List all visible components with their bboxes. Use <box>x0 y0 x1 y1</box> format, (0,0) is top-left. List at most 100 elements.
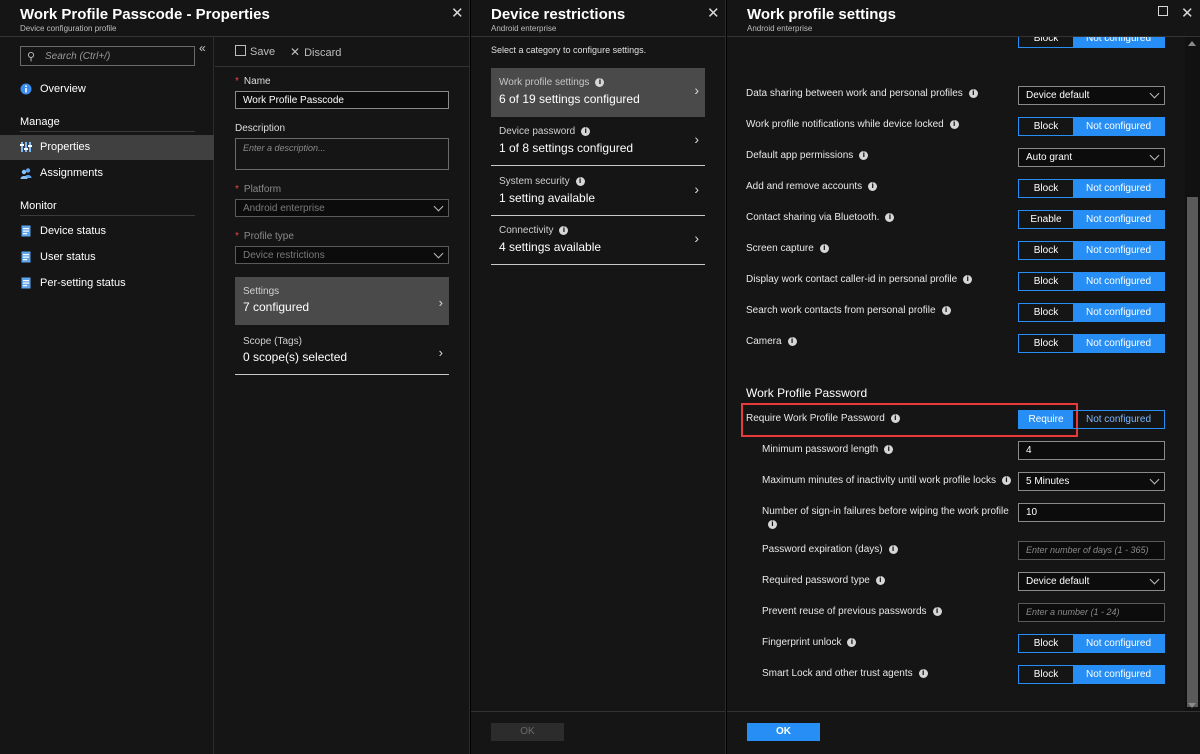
info-icon: i <box>1001 475 1011 485</box>
toggle-right[interactable]: Not configured <box>1073 242 1164 259</box>
maximize-icon[interactable] <box>1158 6 1168 16</box>
toggle-right[interactable]: Not configured <box>1073 335 1164 352</box>
default-app-permissions-dropdown[interactable]: Auto grant <box>1018 148 1165 167</box>
toggle-left[interactable]: Block <box>1019 335 1073 352</box>
smart-lock-toggle[interactable]: Block Not configured <box>1018 665 1165 684</box>
platform-label: * Platform <box>235 184 282 195</box>
info-icon: i <box>918 668 928 678</box>
prevent-reuse-input[interactable]: Enter a number (1 - 24) <box>1018 603 1165 622</box>
collapse-icon[interactable]: « <box>199 41 206 55</box>
info-icon: i <box>890 413 900 423</box>
category-system-security[interactable]: System security i 1 setting available › <box>491 167 705 216</box>
toggle-left[interactable]: Require <box>1019 411 1073 428</box>
nav-item-assignments[interactable]: Assignments <box>0 161 214 186</box>
category-device-password[interactable]: Device password i 1 of 8 settings configu… <box>491 117 705 166</box>
save-label: Save <box>250 46 276 58</box>
toggle-left[interactable]: Block <box>1019 242 1073 259</box>
info-icon: i <box>559 225 569 235</box>
toggle-right[interactable]: Not configured <box>1073 635 1164 652</box>
category-connectivity[interactable]: Connectivity i 4 settings available › <box>491 216 705 265</box>
setting-label: Display work contact caller-id in person… <box>746 273 1011 286</box>
close-icon[interactable]: ✕ <box>451 4 464 22</box>
chevron-right-icon: › <box>694 230 699 246</box>
toggle-left[interactable]: Enable <box>1019 211 1073 228</box>
settings-label: Settings <box>243 286 280 297</box>
setting-label: Contact sharing via Bluetooth. i <box>746 211 1011 224</box>
setting-label: Minimum password length i <box>762 443 1027 456</box>
work-profile-settings-blade: Work profile settings Android enterprise… <box>727 0 1200 754</box>
close-icon[interactable]: ✕ <box>1181 4 1194 22</box>
search-work-contacts-toggle[interactable]: Block Not configured <box>1018 303 1165 322</box>
nav-item-per-setting-status[interactable]: Per-setting status <box>0 271 214 296</box>
vertical-scrollbar[interactable] <box>1185 37 1200 712</box>
toggle-left[interactable]: Block <box>1019 37 1073 47</box>
setting-label: Password expiration (days) i <box>762 543 1027 556</box>
require-password-toggle[interactable]: Require Not configured <box>1018 410 1165 429</box>
search-icon: ⚲ <box>27 51 36 63</box>
scroll-thumb[interactable] <box>1187 197 1198 707</box>
scope-tags-nav[interactable]: Scope (Tags) 0 scope(s) selected › <box>235 327 449 375</box>
nav-label: Per-setting status <box>40 277 126 289</box>
toggle-right[interactable]: Not configured <box>1073 273 1164 290</box>
nav-item-overview[interactable]: Overview <box>0 77 214 102</box>
toggle-right[interactable]: Not configured <box>1073 304 1164 321</box>
toggle-right[interactable]: Not configured <box>1073 180 1164 197</box>
ok-button[interactable]: OK <box>747 723 820 741</box>
settings-value: 7 configured <box>243 300 310 314</box>
discard-button[interactable]: ✕ Discard <box>290 45 341 59</box>
scroll-down-icon[interactable] <box>1188 703 1196 708</box>
name-input[interactable]: Work Profile Passcode <box>235 91 449 109</box>
caller-id-toggle[interactable]: Block Not configured <box>1018 272 1165 291</box>
nav-item-properties[interactable]: Properties <box>0 135 214 160</box>
nav-group-monitor: Monitor <box>20 200 57 212</box>
description-input[interactable]: Enter a description... <box>235 138 449 170</box>
nav-label: Overview <box>40 83 86 95</box>
settings-scroll-area: Block Not configured Data sharing betwee… <box>727 37 1185 712</box>
setting-label: Data sharing between work and personal p… <box>746 87 1011 100</box>
setting-label: Required password type i <box>762 574 1027 587</box>
info-icon: i <box>768 519 777 529</box>
toggle-left[interactable]: Block <box>1019 273 1073 290</box>
password-type-dropdown[interactable]: Device default <box>1018 572 1165 591</box>
nav-item-device-status[interactable]: Device status <box>0 219 214 244</box>
chevron-down-icon <box>1149 574 1160 585</box>
toggle-right[interactable]: Not configured <box>1073 37 1164 47</box>
toggle-left[interactable]: Block <box>1019 666 1073 683</box>
blade-subtitle: Android enterprise <box>747 24 813 33</box>
add-remove-accounts-toggle[interactable]: Block Not configured <box>1018 179 1165 198</box>
sign-in-failures-input[interactable]: 10 <box>1018 503 1165 522</box>
scroll-up-icon[interactable] <box>1188 41 1196 46</box>
camera-toggle[interactable]: Block Not configured <box>1018 334 1165 353</box>
fingerprint-unlock-toggle[interactable]: Block Not configured <box>1018 634 1165 653</box>
toggle-left[interactable]: Block <box>1019 180 1073 197</box>
close-icon[interactable]: ✕ <box>707 4 720 22</box>
min-password-length-input[interactable]: 4 <box>1018 441 1165 460</box>
category-work-profile-settings[interactable]: Work profile settings i 6 of 19 settings … <box>491 68 705 117</box>
profile-type-select: Device restrictions <box>235 246 449 264</box>
save-button[interactable]: Save <box>235 45 275 58</box>
setting-label: Camera i <box>746 335 1011 348</box>
toggle-top-partial[interactable]: Block Not configured <box>1018 37 1165 48</box>
data-sharing-dropdown[interactable]: Device default <box>1018 86 1165 105</box>
nav-item-user-status[interactable]: User status <box>0 245 214 270</box>
contact-sharing-bluetooth-toggle[interactable]: Enable Not configured <box>1018 210 1165 229</box>
toggle-left[interactable]: Block <box>1019 118 1073 135</box>
toggle-left[interactable]: Block <box>1019 304 1073 321</box>
search-input[interactable]: ⚲ Search (Ctrl+/) <box>20 46 195 66</box>
left-nav: ⚲ Search (Ctrl+/) « Overview Manage Prop… <box>0 37 214 754</box>
category-label: Work profile settings <box>499 77 590 88</box>
properties-icon <box>20 142 32 152</box>
toggle-left[interactable]: Block <box>1019 635 1073 652</box>
toggle-right[interactable]: Not configured <box>1073 118 1164 135</box>
screen-capture-toggle[interactable]: Block Not configured <box>1018 241 1165 260</box>
inactivity-minutes-dropdown[interactable]: 5 Minutes <box>1018 472 1165 491</box>
toggle-right[interactable]: Not configured <box>1073 666 1164 683</box>
settings-nav[interactable]: Settings 7 configured › <box>235 277 449 325</box>
toggle-right[interactable]: Not configured <box>1073 411 1164 428</box>
notifications-locked-toggle[interactable]: Block Not configured <box>1018 117 1165 136</box>
toggle-right[interactable]: Not configured <box>1073 211 1164 228</box>
description-label: Description <box>235 123 286 134</box>
password-expiration-input[interactable]: Enter number of days (1 - 365) <box>1018 541 1165 560</box>
info-icon: i <box>868 181 878 191</box>
blade-title: Device restrictions <box>491 6 626 23</box>
